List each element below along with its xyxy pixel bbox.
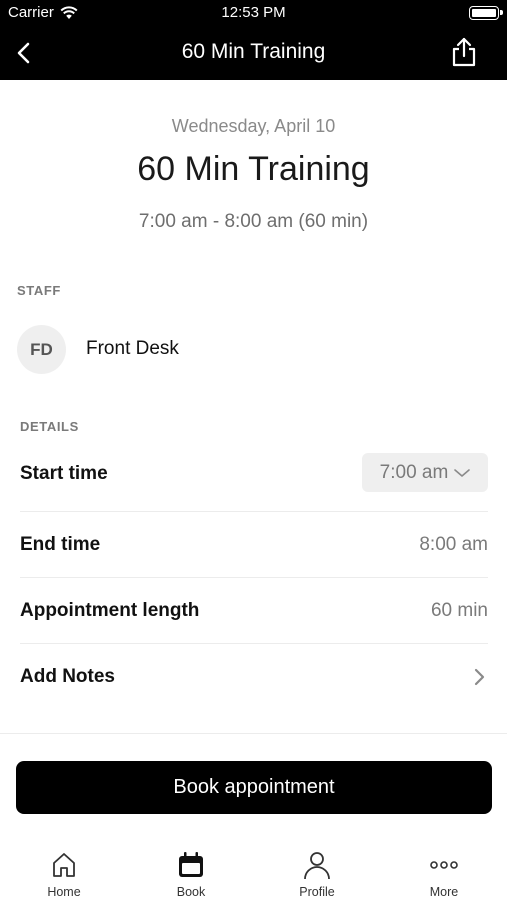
divider xyxy=(20,511,488,512)
tab-home-label: Home xyxy=(47,885,81,899)
tab-home[interactable]: Home xyxy=(19,836,109,900)
start-time-value: 7:00 am xyxy=(379,461,449,483)
appointment-length-value: 60 min xyxy=(430,600,488,621)
person-icon xyxy=(304,852,330,880)
share-icon xyxy=(452,37,476,67)
divider xyxy=(20,643,488,644)
status-bar: Carrier 12:53 PM xyxy=(0,0,507,26)
tab-book-label: Book xyxy=(176,885,206,899)
appointment-length-label: Appointment length xyxy=(20,600,200,621)
details-section-label: DETAILS xyxy=(20,419,79,434)
tab-profile[interactable]: Profile xyxy=(272,836,362,900)
time-range: 7:00 am - 8:00 am (60 min) xyxy=(138,211,369,232)
add-notes-label: Add Notes xyxy=(20,666,115,687)
staff-section-label: STAFF xyxy=(17,283,61,298)
divider xyxy=(20,577,488,578)
avatar: FD xyxy=(17,325,66,374)
appointment-date: Wednesday, April 10 xyxy=(171,116,336,136)
start-time-label: Start time xyxy=(20,463,108,484)
tab-more-label: More xyxy=(429,885,459,899)
book-appointment-button[interactable]: Book appointment xyxy=(16,761,492,814)
nav-bar: 60 Min Training xyxy=(0,26,507,80)
avatar-initials: FD xyxy=(30,339,53,359)
home-icon xyxy=(53,853,75,877)
staff-name: Front Desk xyxy=(86,338,179,359)
tab-book[interactable]: Book xyxy=(146,836,236,900)
nav-title: 60 Min Training xyxy=(181,40,326,63)
tab-bar: Home Book Profile More xyxy=(0,836,507,900)
end-time-label: End time xyxy=(20,534,101,555)
calendar-icon xyxy=(179,852,203,877)
add-notes-row[interactable]: Add Notes xyxy=(20,666,488,690)
status-time: 12:53 PM xyxy=(221,4,286,21)
divider xyxy=(0,733,507,734)
chevron-down-icon xyxy=(454,468,471,477)
page-title: 60 Min Training xyxy=(137,150,370,188)
chevron-right-icon xyxy=(474,668,485,686)
more-icon xyxy=(430,861,458,869)
share-button[interactable] xyxy=(449,36,479,68)
end-time-value: 8:00 am xyxy=(419,534,488,555)
tab-profile-label: Profile xyxy=(299,885,335,899)
start-time-select[interactable]: 7:00 am xyxy=(362,453,488,492)
battery-icon xyxy=(469,6,503,20)
tab-more[interactable]: More xyxy=(399,836,489,900)
